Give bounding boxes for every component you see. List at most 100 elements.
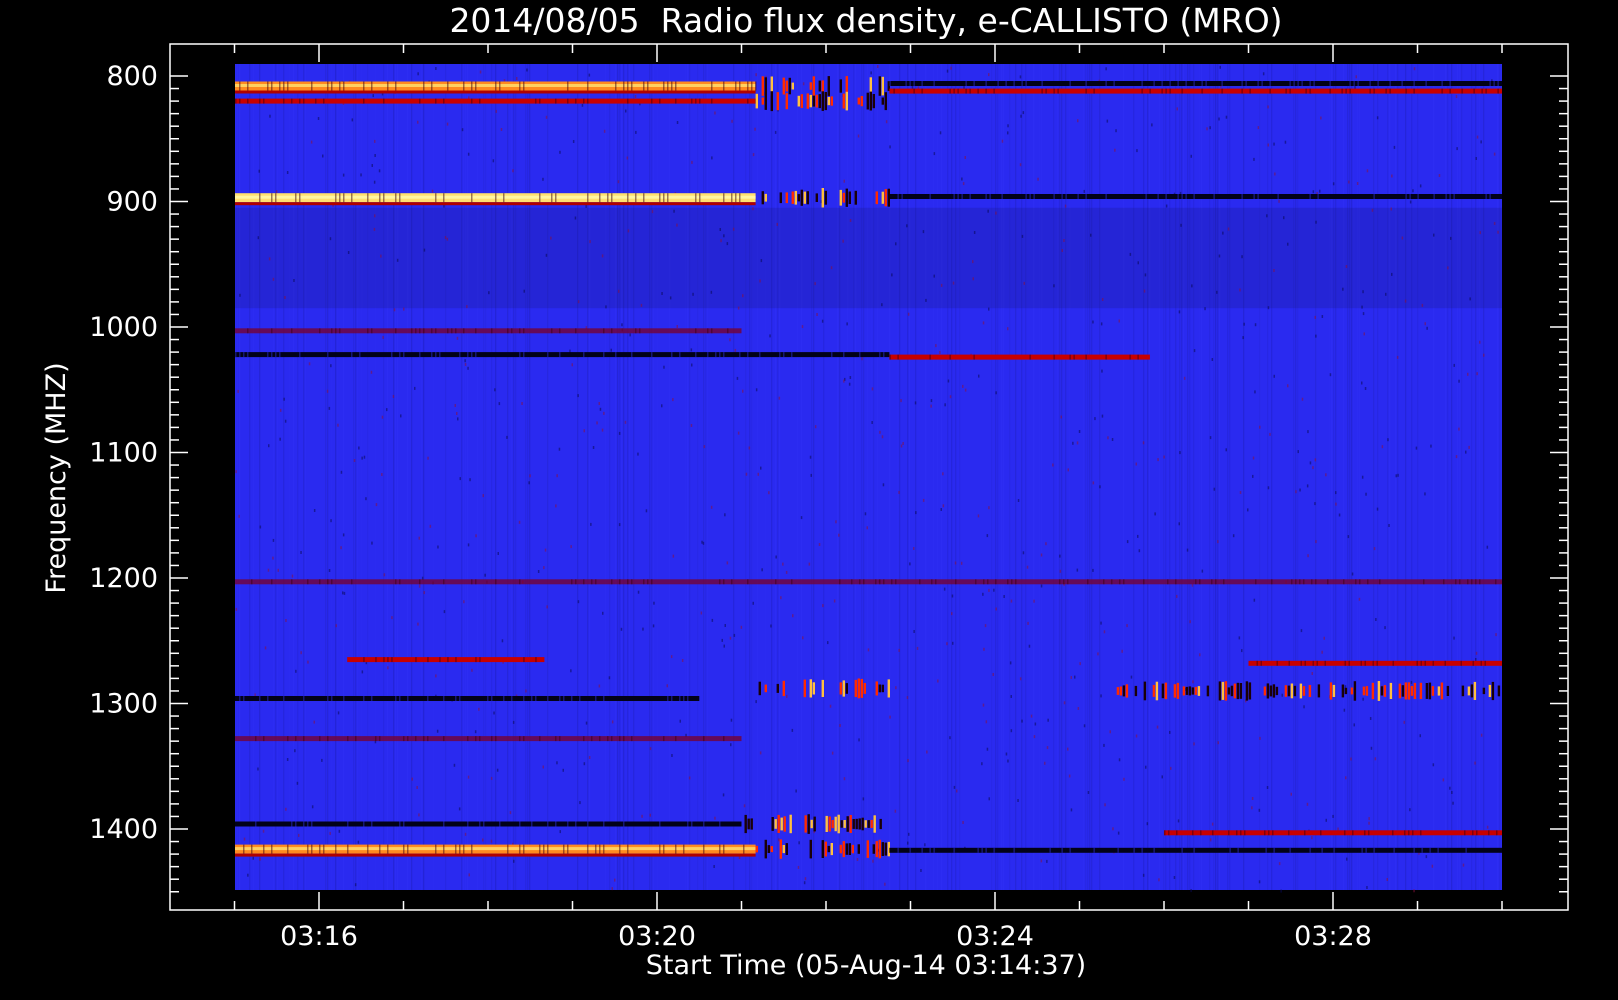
noise-speckle: [1262, 72, 1265, 76]
band-fleck: [487, 696, 489, 701]
noise-streak: [623, 64, 625, 890]
noise-speckle: [1266, 786, 1269, 789]
band-fleck: [643, 81, 645, 91]
burst-mark: [761, 76, 764, 96]
noise-speckle: [780, 596, 782, 600]
noise-speckle: [562, 768, 564, 772]
band-core: [889, 354, 1150, 360]
noise-speckle: [525, 689, 527, 693]
noise-streak: [507, 64, 509, 890]
noise-speckle: [577, 600, 580, 604]
burst-mark: [827, 76, 830, 96]
noise-speckle: [496, 768, 499, 772]
noise-speckle: [1211, 822, 1214, 826]
band-fleck: [503, 193, 505, 203]
noise-speckle: [711, 156, 713, 160]
noise-speckle: [1364, 387, 1367, 390]
noise-speckle: [1101, 298, 1104, 301]
noise-speckle: [782, 562, 784, 566]
noise-speckle: [1019, 75, 1022, 79]
burst-mark: [758, 681, 761, 696]
band-fleck: [1309, 81, 1311, 86]
noise-speckle: [1218, 117, 1220, 121]
band-fleck: [383, 657, 385, 663]
noise-speckle: [509, 811, 512, 815]
noise-speckle: [272, 556, 274, 560]
noise-speckle: [484, 573, 486, 577]
burst-mark: [1344, 687, 1348, 695]
band-fleck: [1385, 88, 1387, 94]
band-core: [235, 696, 700, 701]
burst-mark: [839, 844, 842, 854]
noise-streak: [293, 64, 295, 890]
band-fleck: [399, 579, 401, 585]
band-fleck: [1303, 579, 1305, 585]
burst-mark: [1224, 681, 1228, 701]
noise-speckle: [1170, 766, 1172, 770]
band-fleck: [1001, 194, 1003, 199]
noise-speckle: [467, 152, 470, 156]
band-fleck: [1373, 88, 1375, 94]
band-fleck: [883, 579, 885, 585]
noise-speckle: [1465, 450, 1467, 454]
noise-speckle: [743, 804, 746, 808]
noise-speckle: [1142, 873, 1145, 877]
noise-speckle: [930, 399, 933, 403]
band-fleck: [1497, 88, 1499, 94]
burst-mark: [1482, 687, 1486, 695]
band-fleck: [1361, 847, 1363, 853]
noise-speckle: [1020, 114, 1022, 118]
noise-speckle: [1371, 208, 1374, 212]
band-fleck: [443, 736, 445, 742]
noise-speckle: [1192, 680, 1194, 684]
band-fleck: [475, 736, 477, 742]
band-core: [889, 88, 1502, 94]
noise-speckle: [661, 404, 663, 408]
noise-speckle: [755, 73, 757, 77]
band-fleck: [1169, 81, 1171, 86]
band-fleck: [343, 696, 345, 701]
noise-speckle: [629, 333, 631, 337]
noise-speckle: [742, 294, 744, 298]
noise-speckle: [642, 627, 644, 631]
noise-speckle: [1040, 553, 1043, 557]
burst-mark: [1446, 685, 1450, 696]
noise-speckle: [1059, 569, 1062, 573]
noise-speckle: [719, 228, 721, 231]
noise-speckle: [1005, 752, 1008, 756]
band-fleck: [695, 352, 697, 358]
band-fleck: [263, 736, 265, 742]
noise-speckle: [776, 222, 778, 226]
burst-mark: [863, 683, 866, 694]
noise-speckle: [671, 754, 673, 757]
noise-speckle: [342, 173, 345, 177]
band-fleck: [663, 81, 665, 91]
noise-speckle: [1083, 189, 1085, 193]
noise-speckle: [478, 707, 480, 711]
band-fleck: [471, 579, 473, 585]
noise-streak: [1189, 64, 1191, 890]
noise-speckle: [808, 562, 811, 566]
band-fleck: [463, 81, 465, 91]
noise-speckle: [435, 674, 437, 678]
noise-speckle: [755, 700, 757, 704]
noise-speckle: [1037, 177, 1039, 181]
burst-mark: [807, 814, 810, 834]
band-fleck: [1215, 579, 1217, 585]
band-fleck: [1033, 194, 1035, 199]
noise-speckle: [1267, 486, 1270, 490]
band-fleck: [1268, 830, 1270, 836]
noise-speckle: [872, 859, 874, 863]
band-fleck: [747, 98, 749, 104]
noise-speckle: [802, 636, 804, 640]
band-fleck: [1317, 194, 1319, 199]
band-fleck: [615, 81, 617, 91]
noise-streak: [1295, 64, 1297, 890]
burst-mark: [812, 682, 815, 695]
band-fleck: [279, 352, 281, 358]
noise-speckle: [963, 86, 965, 89]
band-fleck: [1021, 81, 1023, 86]
band-fleck: [667, 696, 669, 701]
noise-streak: [1165, 64, 1167, 890]
noise-speckle: [802, 82, 805, 86]
